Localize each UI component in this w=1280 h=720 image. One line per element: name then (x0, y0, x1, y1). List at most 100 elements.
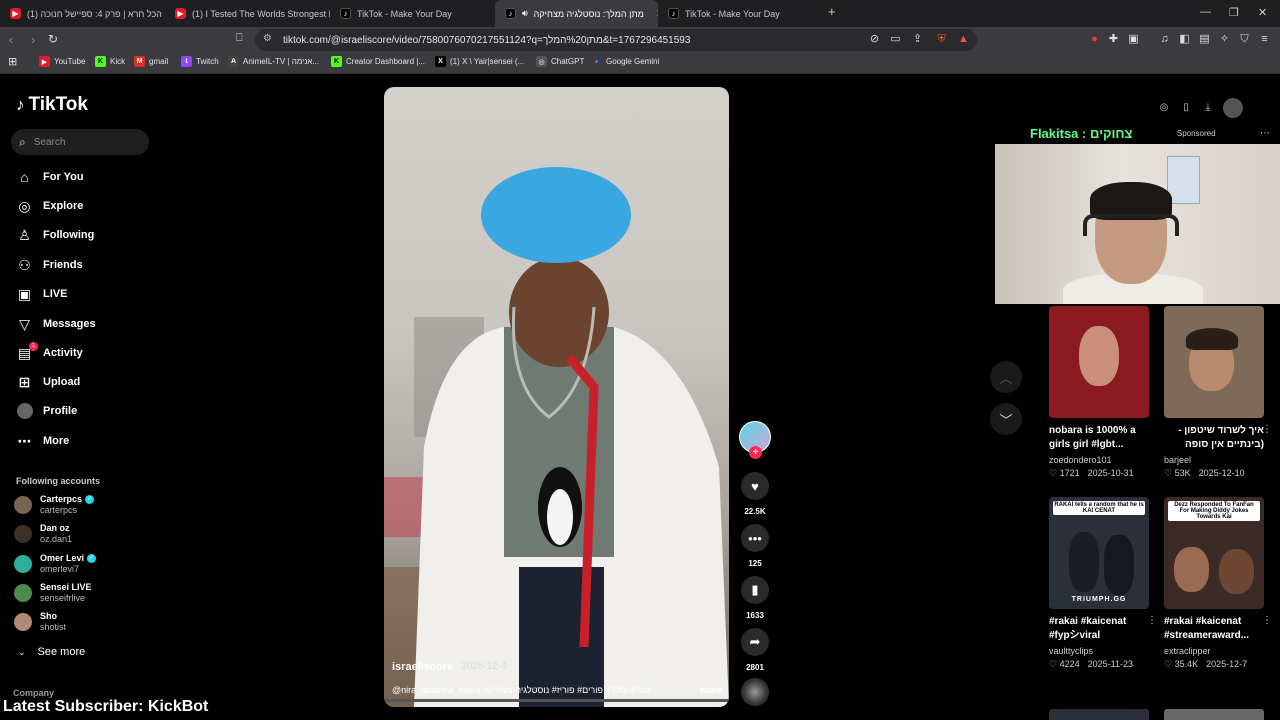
bookmark-gmail[interactable]: Mgmail (134, 56, 168, 67)
comment-button[interactable]: ••• (741, 524, 769, 552)
nav-for-you[interactable]: ⌂ For You (16, 166, 83, 188)
like-button[interactable]: ♥ (741, 472, 769, 500)
browser-tab[interactable]: ▶ (1) I Tested The Worlds Strongest Ene (165, 0, 330, 27)
rewards-icon[interactable]: ▲ (957, 33, 970, 46)
following-account[interactable]: Dan oz oz.dan1 (14, 523, 72, 545)
video-thumbnail[interactable] (1164, 306, 1264, 418)
user-avatar[interactable] (1223, 98, 1243, 118)
bookmark-creator-dashboard[interactable]: K Creator Dashboard |... (331, 56, 425, 67)
card-title[interactable]: #rakai #kaicenat #fypシviral (1049, 615, 1149, 643)
following-account[interactable]: Sho shotist (14, 611, 66, 633)
bookmark-gemini[interactable]: ✦ Google Gemini (591, 56, 659, 67)
card-title[interactable]: nobara is 1000% a girls girl #lgbt... (1049, 424, 1149, 452)
brave-shield-icon[interactable]: ⛨ (935, 33, 948, 46)
leo-icon[interactable]: ✧ (1218, 33, 1231, 46)
company-link[interactable]: Company (13, 688, 54, 698)
search-input[interactable]: ⌕ Search (11, 129, 149, 155)
nav-live[interactable]: ▣ LIVE (16, 283, 68, 305)
nav-upload[interactable]: ⊞ Upload (16, 371, 81, 393)
card-author[interactable]: extraclipper (1164, 646, 1264, 656)
share-count: 2801 (746, 663, 764, 672)
bookmark-x[interactable]: X (1) X \ Yair|sensei (... (435, 56, 524, 67)
video-card[interactable]: Dezz Responded To FanFan For Making Didd… (1164, 497, 1272, 670)
speaker-icon[interactable]: 🔊︎ (522, 8, 528, 19)
apps-grid-icon[interactable]: ⊞ (8, 55, 17, 68)
music-icon[interactable]: ♫ (1158, 33, 1171, 46)
video-thumbnail[interactable]: Dezz Responded To FanFan For Making Didd… (1164, 497, 1264, 609)
share-button[interactable]: ➦ (741, 628, 769, 656)
video-thumbnail-partial[interactable] (1164, 709, 1264, 720)
caption-more-button[interactable]: more (700, 685, 722, 695)
card-author[interactable]: vaulttyclips (1049, 646, 1149, 656)
nav-friends[interactable]: ⚇ Friends (16, 254, 83, 276)
video-author[interactable]: israeliscore (392, 661, 453, 673)
mute-icon[interactable]: ⊘ (868, 33, 881, 46)
video-thumbnail[interactable] (1049, 306, 1149, 418)
card-more-icon[interactable]: ⋮ (1262, 615, 1272, 626)
pip-icon[interactable]: ▭ (889, 33, 902, 46)
sponsor-name[interactable]: Flakitsa : צחוקים (1030, 126, 1132, 141)
browser-tab-bar: ▶ (1) הכל חרא | פרק 4: ספיישל חנוכה ▶ (1… (0, 0, 1280, 27)
card-more-icon[interactable]: ⋮ (1262, 424, 1272, 435)
bookmark-twitch[interactable]: t Twitch (181, 56, 219, 67)
save-button[interactable]: ▮ (741, 576, 769, 604)
forward-icon[interactable]: › (31, 32, 35, 47)
bookmark-icon[interactable]: ⎕ (236, 32, 243, 45)
browser-tab[interactable]: ♪ TikTok - Make Your Day (658, 0, 823, 27)
card-title[interactable]: #rakai #kaicenat #streameraward... (1164, 615, 1264, 643)
share-icon[interactable]: ⇪ (911, 33, 924, 46)
puzzle-icon[interactable]: ✚ (1107, 33, 1120, 46)
bookmark-chatgpt[interactable]: ◎ ChatGPT (536, 56, 584, 67)
following-account[interactable]: Omer Levi ✓ omerlevi7 (14, 553, 97, 575)
video-card[interactable]: איך לשרוד שיטפון - (בינתיים אין סופה אין… (1164, 306, 1272, 479)
screenshot-icon[interactable]: ▣ (1127, 33, 1140, 46)
minimize-icon[interactable]: — (1200, 6, 1211, 18)
browser-tab[interactable]: ▶ (1) הכל חרא | פרק 4: ספיישל חנוכה (0, 0, 165, 27)
comment-count: 125 (748, 559, 762, 568)
see-more-button[interactable]: ⌄ See more (18, 646, 85, 658)
card-title[interactable]: איך לשרוד שיטפון - (בינתיים אין סופה אין… (1164, 424, 1264, 452)
site-settings-icon[interactable]: ⚙ (263, 33, 272, 44)
back-icon[interactable]: ‹ (9, 32, 13, 47)
browser-tab-active[interactable]: ♪ 🔊︎ מתן המלך: נוסטלגיה מצחיקה ✕ (495, 0, 658, 27)
reload-icon[interactable]: ↻ (48, 32, 58, 46)
nav-messages[interactable]: ▽ Messages (16, 313, 95, 335)
following-account[interactable]: Carterpcs ✓ carterpcs (14, 494, 95, 516)
follow-plus-icon[interactable]: + (749, 446, 762, 459)
video-card[interactable]: RAKAI tells a random that he is KAI CENA… (1049, 497, 1157, 670)
coins-icon[interactable]: ◎ (1157, 101, 1171, 115)
video-player[interactable]: israeliscore 2025-12-4 @nira_tadanka_ave… (384, 87, 729, 707)
nav-following[interactable]: ♙ Following (16, 224, 94, 246)
following-account[interactable]: Sensei LIVE senseifrlive (14, 582, 92, 604)
nav-more[interactable]: ⋯ More (16, 430, 70, 452)
nav-activity[interactable]: ▤ Activity (16, 342, 83, 364)
vpn-icon[interactable]: ⛉ (1238, 33, 1251, 46)
tiktok-note-icon: ♪ (16, 95, 25, 114)
restore-icon[interactable]: ❐ (1229, 6, 1239, 19)
download-icon[interactable]: ⤓ (1201, 101, 1215, 115)
more-options-icon[interactable]: ⋯ (1260, 128, 1270, 139)
nav-profile[interactable]: Profile (16, 400, 77, 422)
phone-icon[interactable]: ▯ (1179, 101, 1193, 115)
previous-video-button[interactable]: ︿ (990, 361, 1022, 393)
sidebar-icon[interactable]: ◧ (1178, 33, 1191, 46)
new-tab-button[interactable]: + (828, 4, 836, 19)
extension-icon[interactable]: ● (1088, 33, 1101, 46)
browser-tab[interactable]: ♪ TikTok - Make Your Day (330, 0, 495, 27)
nav-explore[interactable]: ◎ Explore (16, 195, 83, 217)
bookmark-kick[interactable]: K Kick (95, 56, 125, 67)
video-thumbnail-partial[interactable] (1049, 709, 1149, 720)
close-window-icon[interactable]: ✕ (1258, 6, 1267, 19)
menu-icon[interactable]: ≡ (1258, 33, 1271, 46)
card-more-icon[interactable]: ⋮ (1147, 615, 1157, 626)
card-author[interactable]: zoedondero101 (1049, 455, 1149, 465)
tiktok-logo[interactable]: ♪ TikTok (16, 94, 88, 116)
video-card[interactable]: nobara is 1000% a girls girl #lgbt... zo… (1049, 306, 1149, 479)
music-disc-icon[interactable] (741, 678, 769, 706)
video-thumbnail[interactable]: RAKAI tells a random that he is KAI CENA… (1049, 497, 1149, 609)
bookmark-animeil[interactable]: A AnimeIL-TV | אנימה... (228, 56, 319, 67)
next-video-button[interactable]: ﹀ (990, 403, 1022, 435)
card-author[interactable]: barjeel (1164, 455, 1264, 465)
bookmark-youtube[interactable]: ▶ YouTube (39, 56, 85, 67)
wallet-icon[interactable]: ▤ (1198, 33, 1211, 46)
